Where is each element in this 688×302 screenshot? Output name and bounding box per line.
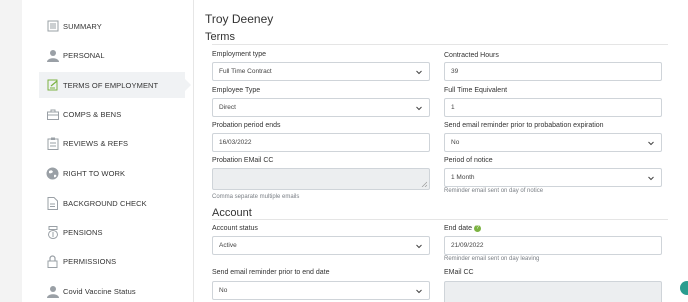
end-date-input[interactable]: 21/09/2022 [444, 236, 662, 255]
sidebar-item-summary[interactable]: SUMMARY [39, 13, 185, 39]
probation-reminder-label: Send email reminder prior to probabation… [444, 122, 604, 129]
account-status-select[interactable]: Active [212, 236, 430, 255]
account-status-label: Account status [212, 225, 258, 232]
chevron-down-icon [648, 176, 654, 181]
end-date-label: End date? [444, 225, 482, 232]
fte-value: 1 [451, 104, 455, 111]
chevron-down-icon [416, 244, 422, 249]
chevron-down-icon [648, 141, 654, 146]
sidebar-item-label: PENSIONS [63, 227, 103, 237]
employment-type-select[interactable]: Full Time Contract [212, 62, 430, 81]
contract-icon [46, 79, 59, 92]
globe-icon [46, 167, 59, 180]
probation-email-cc-help: Comma separate multiple emails [212, 194, 300, 200]
employee-name: Troy Deeney [205, 12, 274, 26]
sidebar-item-label: Covid Vaccine Status [63, 286, 136, 296]
sidebar-item-label: SUMMARY [63, 21, 102, 31]
chevron-down-icon [416, 289, 422, 294]
briefcase-icon [46, 108, 59, 121]
resize-handle-icon[interactable] [421, 181, 427, 187]
sidebar-item-background-check[interactable]: BACKGROUND CHECK [39, 190, 185, 216]
terms-form: Troy Deeney Terms Employment type Full T… [205, 0, 688, 302]
employment-type-value: Full Time Contract [219, 68, 272, 75]
end-date-value: 21/09/2022 [451, 242, 484, 249]
probation-reminder-select[interactable]: No [444, 133, 662, 152]
contracted-hours-input[interactable]: 39 [444, 62, 662, 81]
employee-type-label: Employee Type [212, 87, 261, 94]
probation-ends-label: Probation period ends [212, 122, 281, 129]
chat-bubble-icon[interactable] [680, 281, 688, 295]
notice-period-value: 1 Month [451, 174, 475, 181]
contracted-hours-label: Contracted Hours [444, 52, 499, 59]
fte-input[interactable]: 1 [444, 98, 662, 117]
notice-period-select[interactable]: 1 Month [444, 168, 662, 187]
sidebar-item-right-to-work[interactable]: RIGHT TO WORK [39, 160, 185, 186]
chevron-down-icon [416, 106, 422, 111]
email-cc-textarea[interactable] [444, 281, 662, 302]
sidebar-item-pensions[interactable]: PENSIONS [39, 219, 185, 245]
sidebar-item-label: REVIEWS & REFS [63, 138, 129, 148]
divider [212, 44, 668, 45]
sidebar-item-terms-of-employment[interactable]: TERMS OF EMPLOYMENT [39, 72, 191, 98]
sidebar-item-personal[interactable]: PERSONAL [39, 42, 185, 68]
notice-period-help: Reminder email sent on day of notice [444, 188, 544, 194]
info-icon[interactable]: ? [474, 225, 482, 232]
section-title-account: Account [212, 207, 252, 219]
sidebar-item-comps-bens[interactable]: COMPS & BENS [39, 101, 185, 127]
sidebar-item-label: RIGHT TO WORK [63, 168, 126, 178]
end-reminder-value: No [219, 287, 228, 294]
sidebar-item-label: BACKGROUND CHECK [63, 198, 147, 208]
end-date-help: Reminder email sent on day leaving [444, 256, 540, 262]
person-icon [46, 49, 59, 62]
document-icon [46, 20, 59, 33]
account-status-value: Active [219, 242, 237, 249]
probation-ends-date-input[interactable]: 16/03/2022 [212, 133, 430, 152]
probation-email-cc-label: Probation EMail CC [212, 157, 274, 164]
email-cc-label: EMail CC [444, 269, 474, 276]
probation-email-cc-textarea[interactable] [212, 168, 430, 190]
sidebar-item-label: PERMISSIONS [63, 256, 117, 266]
chevron-down-icon [416, 70, 422, 75]
employee-type-select[interactable]: Direct [212, 98, 430, 117]
person-icon [46, 285, 59, 298]
lock-icon [46, 254, 59, 268]
sidebar-item-reviews-refs[interactable]: REVIEWS & REFS [39, 130, 185, 156]
document-check-icon [46, 196, 59, 210]
fte-label: Full Time Equivalent [444, 87, 508, 94]
employment-type-label: Employment type [212, 51, 267, 58]
employee-type-value: Direct [219, 104, 236, 111]
sidebar-item-permissions[interactable]: PERMISSIONS [39, 248, 185, 274]
probation-reminder-value: No [451, 139, 460, 146]
contracted-hours-value: 39 [451, 68, 459, 75]
main-panel: SUMMARY PERSONAL TERMS OF EMPLOYMENT COM… [22, 0, 688, 302]
notice-period-label: Period of notice [444, 157, 493, 164]
sidebar-item-covid-vaccine-status[interactable]: Covid Vaccine Status [39, 278, 185, 302]
sidebar: SUMMARY PERSONAL TERMS OF EMPLOYMENT COM… [22, 0, 194, 302]
end-date-label-text: End date [444, 225, 473, 232]
end-reminder-select[interactable]: No [212, 281, 430, 300]
sidebar-item-label: COMPS & BENS [63, 109, 122, 119]
end-reminder-label: Send email reminder prior to end date [212, 269, 330, 276]
piggy-bank-icon [46, 225, 59, 239]
clipboard-icon [46, 137, 59, 150]
divider [212, 219, 668, 220]
section-title-terms: Terms [205, 31, 235, 43]
probation-ends-value: 16/03/2022 [219, 139, 252, 146]
sidebar-item-label: PERSONAL [63, 50, 105, 60]
sidebar-item-label: TERMS OF EMPLOYMENT [63, 80, 159, 90]
